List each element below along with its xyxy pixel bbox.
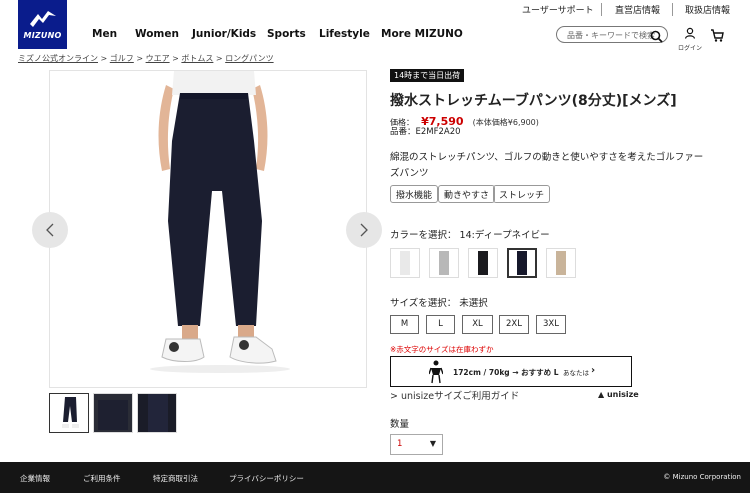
login-label: ログイン [677, 45, 702, 52]
breadcrumb: ミズノ公式オンライン > ゴルフ > ウエア > ボトムス > ロングパンツ [18, 54, 274, 63]
swatch-color [556, 251, 566, 275]
chevron-right-icon: › [591, 365, 596, 376]
nav-men[interactable]: Men [92, 28, 117, 40]
nav-sports[interactable]: Sports [267, 28, 306, 40]
thumbnail-image [94, 394, 132, 432]
footer-link-company[interactable]: 企業情報 [20, 473, 50, 484]
feature-tag[interactable]: 撥水機能 [390, 185, 439, 203]
model-photo [150, 71, 290, 373]
breadcrumb-item[interactable]: ロングパンツ [225, 54, 273, 63]
quantity-value: 1 [397, 439, 403, 449]
utility-link-stores[interactable]: 直営店情報 [615, 3, 660, 16]
feature-tag[interactable]: ストレッチ [493, 185, 551, 203]
size-select-label: サイズを選択： 未選択 [390, 298, 488, 309]
color-swatch-selected[interactable] [507, 248, 537, 278]
person-icon [429, 360, 443, 384]
unisize-recommend-button[interactable]: 172cm / 70kg → おすすめ L あなたは › [390, 356, 632, 387]
color-select-label: カラーを選択： 14:ディープネイビー [390, 230, 550, 241]
product-sku: 品番：E2MF2A20 [390, 127, 461, 137]
color-swatch[interactable] [546, 248, 576, 278]
login-button[interactable]: ログイン [677, 24, 703, 52]
gallery-thumbnail[interactable] [93, 393, 133, 433]
size-option-3xl[interactable]: 3XL [536, 315, 566, 334]
runbird-icon [29, 10, 56, 27]
gallery-thumbnail[interactable] [137, 393, 177, 433]
product-title: 撥水ストレッチムーブパンツ(8分丈)[メンズ] [390, 93, 677, 109]
gallery-prev-button[interactable] [32, 212, 68, 248]
nav-junior-kids[interactable]: Junior/Kids [192, 28, 256, 40]
cart-icon [711, 29, 724, 42]
nav-women[interactable]: Women [135, 28, 179, 40]
nav-lifestyle[interactable]: Lifestyle [319, 28, 370, 40]
mizuno-logo[interactable]: MIZUNO [18, 0, 67, 49]
chevron-right-icon [360, 223, 368, 237]
color-swatch[interactable] [468, 248, 498, 278]
swatch-color [517, 251, 527, 275]
product-description: 綿混のストレッチパンツ、ゴルフの動きと使いやすさを考えたゴルファーズパンツ [390, 152, 704, 179]
unisize-recommendation: 172cm / 70kg → おすすめ L [453, 368, 559, 377]
color-swatch[interactable] [390, 248, 420, 278]
swatch-color [478, 251, 488, 275]
user-icon [684, 27, 696, 39]
size-option-m[interactable]: M [390, 315, 419, 334]
divider [601, 3, 602, 16]
footer-link-terms[interactable]: ご利用条件 [83, 473, 121, 484]
breadcrumb-item[interactable]: ボトムス [181, 54, 213, 63]
footer-link-privacy[interactable]: プライバシーポリシー [229, 473, 304, 484]
price-note: (本体価格¥6,900) [472, 118, 539, 127]
utility-bar: ユーザーサポート 直営店情報 取扱店情報 [0, 0, 750, 19]
footer-link-commercial-law[interactable]: 特定商取引法 [153, 473, 198, 484]
gallery-next-button[interactable] [346, 212, 382, 248]
search-placeholder: 品番・キーワードで検索 [567, 31, 655, 40]
unisize-guide-link[interactable]: > unisizeサイズご利用ガイド [390, 388, 519, 402]
copyright: © Mizuno Corporation [663, 473, 741, 481]
thumbnail-image [138, 394, 176, 432]
gallery-thumbnail[interactable] [49, 393, 89, 433]
nav-more-mizuno[interactable]: More MIZUNO [381, 28, 463, 40]
cart-button[interactable] [710, 27, 724, 46]
breadcrumb-item[interactable]: ミズノ公式オンライン [18, 54, 98, 63]
breadcrumb-item[interactable]: ウエア [146, 54, 170, 63]
product-main-image[interactable] [49, 70, 367, 388]
quantity-select[interactable]: 1 ▼ [390, 434, 443, 455]
low-stock-note: ※赤文字のサイズは在庫わずか [390, 345, 494, 354]
swatch-color [400, 251, 410, 275]
size-option-xl[interactable]: XL [462, 315, 493, 334]
size-option-l[interactable]: L [426, 315, 455, 334]
breadcrumb-item[interactable]: ゴルフ [110, 54, 134, 63]
same-day-shipping-badge: 14時まで当日出荷 [390, 69, 465, 82]
quantity-label: 数量 [390, 419, 410, 430]
utility-link-support[interactable]: ユーザーサポート [522, 3, 594, 16]
logo-wordmark: MIZUNO [23, 30, 62, 40]
unisize-you-label: あなたは [563, 369, 589, 377]
chevron-left-icon [46, 223, 54, 237]
search-input[interactable]: 品番・キーワードで検索 [556, 26, 668, 43]
swatch-color [439, 251, 449, 275]
size-option-2xl[interactable]: 2XL [499, 315, 529, 334]
search-icon[interactable] [650, 28, 663, 47]
site-footer: 企業情報 ご利用条件 特定商取引法 プライバシーポリシー © Mizuno Co… [0, 462, 750, 493]
thumbnail-image [50, 394, 88, 432]
utility-link-retailers[interactable]: 取扱店情報 [685, 3, 730, 16]
chevron-down-icon: ▼ [429, 439, 436, 448]
feature-tag[interactable]: 動きやすさ [438, 185, 496, 203]
divider [672, 3, 673, 16]
color-swatch[interactable] [429, 248, 459, 278]
unisize-logo: ▲ unisize [598, 390, 639, 399]
